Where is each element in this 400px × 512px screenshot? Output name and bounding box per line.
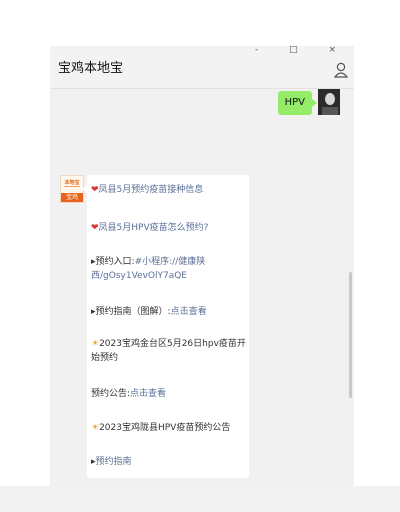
message-card: ❤凤县5月预约疫苗接种信息 ❤凤县5月HPV疫苗怎么预约? ▸预约入口:#小程序… <box>82 175 249 478</box>
maximize-button[interactable]: □ <box>289 46 312 55</box>
sun-icon: ☀ <box>91 423 100 433</box>
window-controls: - □ × <box>255 46 350 55</box>
sun-icon: ☀ <box>91 339 100 349</box>
chat-title: 宝鸡本地宝 <box>58 61 124 76</box>
longxian-notice-text: 2023宝鸡陇县HPV疫苗预约公告 <box>99 423 231 433</box>
bottom-band <box>0 486 400 512</box>
chat-window: 宝鸡本地宝 - □ × HPV 本地宝 宝鸡 ❤凤县5月预约疫苗接种信息 ❤凤县… <box>50 46 354 486</box>
message-line-6: 预约公告:点击查看 <box>91 387 247 401</box>
message-line-5: ☀2023宝鸡金台区5月26日hpv疫苗开始预约 <box>91 337 247 365</box>
heart-icon: ❤ <box>91 185 99 195</box>
avatar-divider <box>64 186 80 187</box>
message-line-4: ▸预约指南（图解）:点击查看 <box>91 305 247 319</box>
user-avatar[interactable] <box>318 89 340 115</box>
official-account-avatar[interactable]: 本地宝 宝鸡 <box>60 175 84 203</box>
chat-area[interactable]: HPV 本地宝 宝鸡 ❤凤县5月预约疫苗接种信息 ❤凤县5月HPV疫苗怎么预约?… <box>50 89 354 486</box>
message-line-7: ☀2023宝鸡陇县HPV疫苗预约公告 <box>91 421 247 435</box>
close-button[interactable]: × <box>328 46 350 55</box>
chat-scrollbar[interactable] <box>349 272 352 398</box>
guide-label: ▸预约指南（图解）: <box>91 307 171 317</box>
minimize-button[interactable]: - <box>255 46 272 55</box>
message-line-8: ▸预约指南 <box>91 455 247 469</box>
notice-label: 预约公告: <box>91 389 131 399</box>
message-link-1[interactable]: 凤县5月预约疫苗接种信息 <box>99 185 204 195</box>
longxian-guide-link[interactable]: 预约指南 <box>96 457 132 467</box>
person-icon[interactable] <box>334 62 348 78</box>
message-link-2[interactable]: 凤县5月HPV疫苗怎么预约? <box>99 223 209 233</box>
avatar-city-label: 宝鸡 <box>61 193 83 202</box>
heart-icon: ❤ <box>91 223 99 233</box>
jintai-notice-text: 2023宝鸡金台区5月26日hpv疫苗开始预约 <box>91 339 246 363</box>
avatar-brand-text: 本地宝 <box>64 180 80 186</box>
entry-label: ▸预约入口: <box>91 257 135 267</box>
message-line-1: ❤凤县5月预约疫苗接种信息 <box>91 183 247 197</box>
message-line-3: ▸预约入口:#小程序://健康陕西/gOsy1VevOlY7aQE <box>91 255 247 283</box>
user-avatar-image <box>318 89 340 115</box>
notice-link[interactable]: 点击查看 <box>130 389 166 399</box>
guide-link[interactable]: 点击查看 <box>171 307 207 317</box>
message-line-2: ❤凤县5月HPV疫苗怎么预约? <box>91 221 247 235</box>
sent-message-bubble[interactable]: HPV <box>277 91 318 115</box>
